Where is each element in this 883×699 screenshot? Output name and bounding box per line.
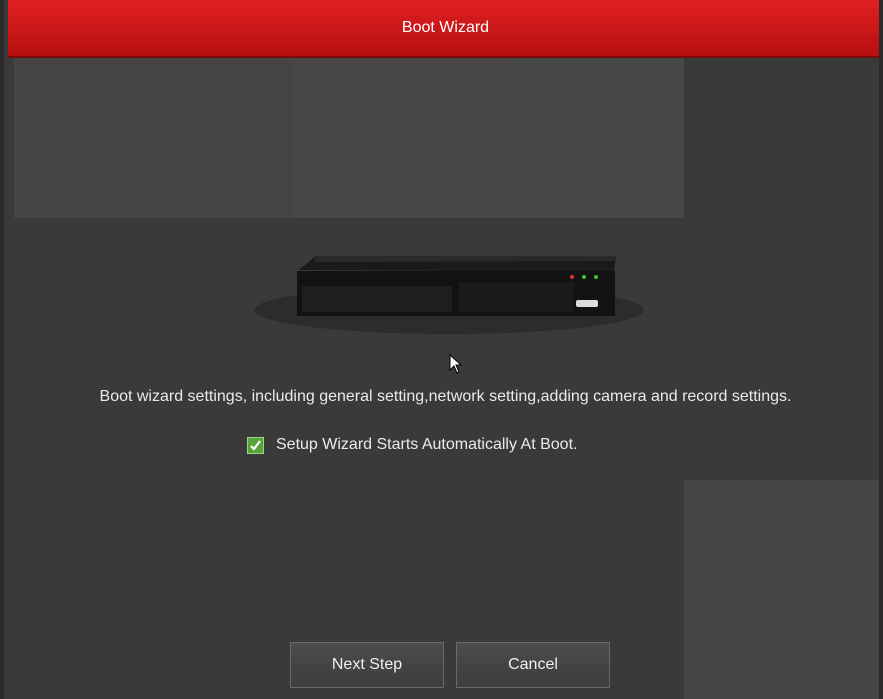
background-camera-tile (684, 480, 879, 699)
dialog-titlebar: Boot Wizard (8, 0, 879, 58)
background-camera-tile (294, 58, 509, 218)
next-step-button[interactable]: Next Step (290, 642, 444, 688)
background-camera-tile (509, 58, 684, 218)
dialog-title: Boot Wizard (401, 19, 490, 36)
checkmark-icon (250, 439, 261, 451)
background-camera-tile (14, 58, 299, 218)
nvr-device-image (254, 256, 644, 334)
mouse-pointer-icon (449, 354, 463, 374)
wizard-description: Boot wizard settings, including general … (99, 388, 792, 405)
boot-wizard-dialog: Boot Wizard Boot wizard settings, includ… (0, 0, 883, 699)
auto-start-option[interactable]: Setup Wizard Starts Automatically At Boo… (247, 433, 577, 457)
auto-start-checkbox[interactable] (247, 436, 264, 454)
cancel-button[interactable]: Cancel (456, 642, 610, 688)
auto-start-label: Setup Wizard Starts Automatically At Boo… (276, 436, 578, 453)
